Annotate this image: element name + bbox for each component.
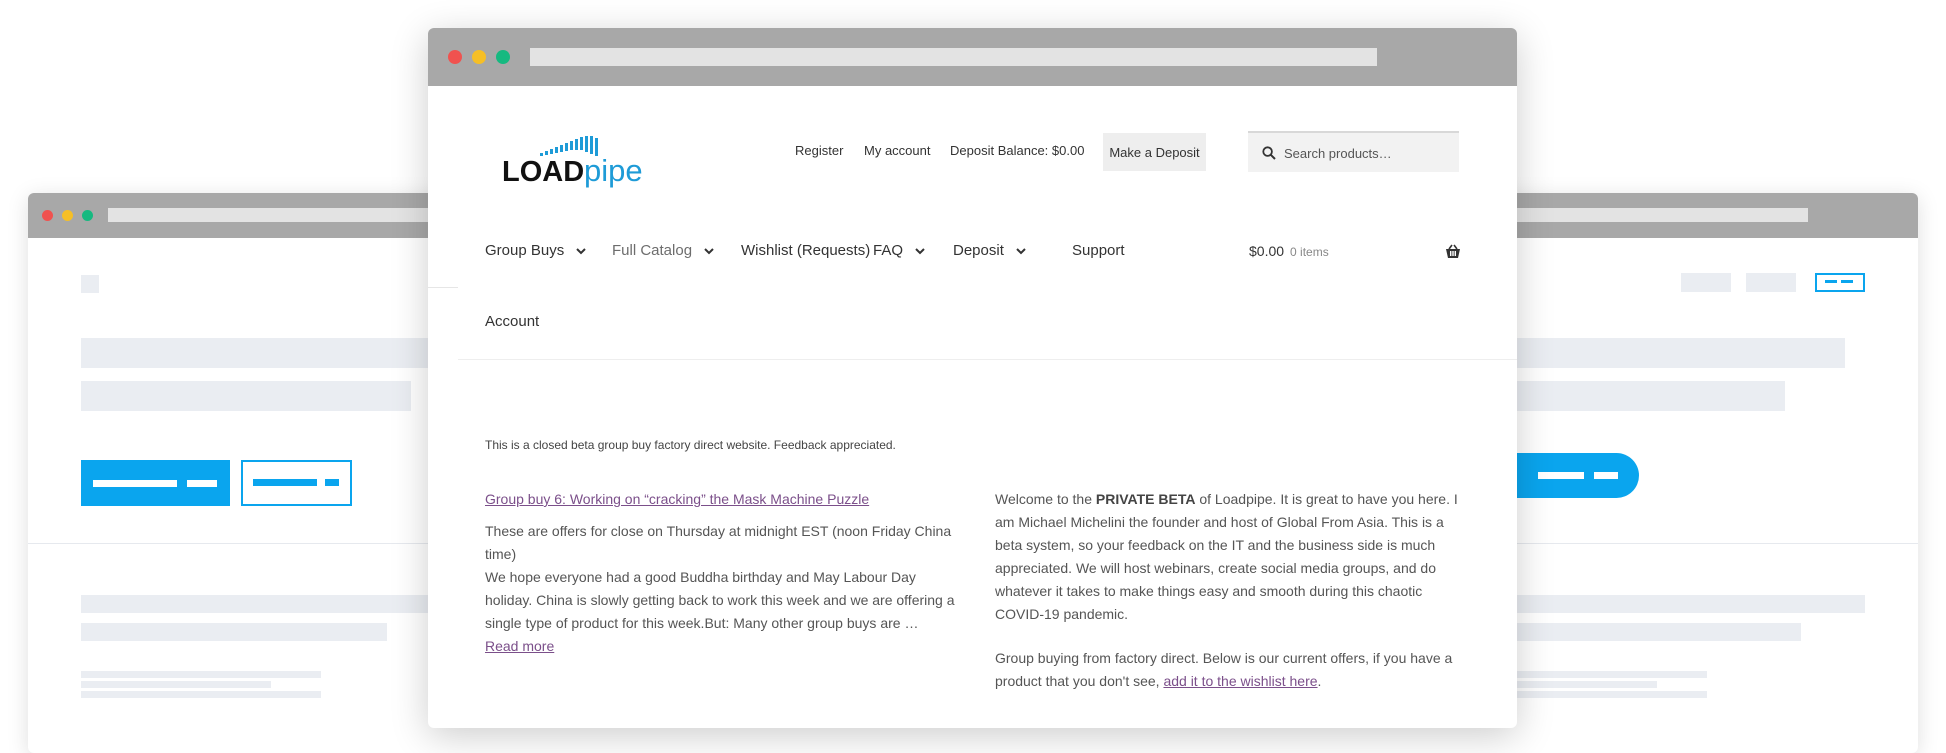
latest-post: Group buy 6: Working on “cracking” the M… [485,488,955,658]
welcome-paragraph: Welcome to the PRIVATE BETA of Loadpipe.… [995,491,1458,622]
loadpipe-logo[interactable]: LOAD pipe [500,135,660,197]
skeleton-text-line [81,623,387,641]
nav-label: Full Catalog [612,242,693,259]
my-account-link[interactable]: My account [864,143,930,158]
deposit-balance-link[interactable]: Deposit Balance: $0.00 [950,143,1084,158]
nav-full-catalog[interactable]: Full Catalog [612,242,715,259]
skeleton-heading-line [81,381,411,411]
chevron-down-icon [704,247,714,254]
nav-label: Wishlist (Requests) [741,242,871,259]
nav-deposit[interactable]: Deposit [953,242,1027,259]
close-dot-icon [42,210,53,221]
skeleton-text-line [81,671,321,678]
offers-paragraph: Group buying from factory direct. Below … [995,650,1453,689]
welcome-intro: Welcome to the PRIVATE BETA of Loadpipe.… [995,488,1465,714]
skeleton-text-line [81,691,321,698]
skeleton-primary-button-pill [1508,453,1639,498]
read-more-link[interactable]: Read more [485,638,554,654]
skeleton-text-line [1517,595,1865,613]
skeleton-primary-button [81,460,230,506]
wishlist-link[interactable]: add it to the wishlist here [1163,673,1317,689]
maximize-dot-icon [82,210,93,221]
shopping-basket-icon[interactable] [1445,244,1461,259]
svg-text:LOAD: LOAD [502,156,584,188]
skeleton-text-line [1517,671,1707,678]
skeleton-heading-line [81,338,461,368]
nav-divider [428,287,458,288]
minimize-dot-icon [62,210,73,221]
skeleton-text-line [1517,681,1657,688]
cart-item-count: 0 items [1290,245,1329,259]
cart-total: $0.00 [1249,243,1285,259]
browser-title-bar [428,28,1517,86]
address-bar[interactable] [530,48,1377,66]
skeleton-heading-line [1517,381,1785,411]
chevron-down-icon [915,247,925,254]
header-cart[interactable]: $0.00 0 items [1249,243,1329,259]
nav-label: Group Buys [485,242,565,259]
skeleton-nav-button [1815,273,1865,292]
skeleton-text-line [81,595,461,613]
register-link[interactable]: Register [795,143,843,158]
post-title-link[interactable]: Group buy 6: Working on “cracking” the M… [485,488,955,511]
close-dot-icon[interactable] [448,50,462,64]
logo-graphic-icon: LOAD pipe [502,136,643,188]
beta-notice: This is a closed beta group buy factory … [485,438,896,452]
nav-faq[interactable]: FAQ [873,242,926,259]
skeleton-secondary-button [241,460,352,506]
search-icon [1262,146,1276,160]
svg-text:pipe: pipe [584,153,643,188]
chevron-down-icon [1016,247,1026,254]
skeleton-heading-line [1517,338,1845,368]
skeleton-logo [81,275,99,293]
product-search[interactable] [1248,131,1459,172]
browser-window: LOAD pipe Register My account Deposit Ba… [428,28,1517,728]
skeleton-nav-item [1746,273,1796,292]
search-input[interactable] [1282,141,1456,165]
nav-label: Support [1072,242,1125,259]
make-deposit-button[interactable]: Make a Deposit [1103,133,1206,171]
skeleton-text-line [1517,623,1801,641]
nav-wishlist[interactable]: Wishlist (Requests) [741,242,870,259]
skeleton-nav-item [1681,273,1731,292]
nav-account[interactable]: Account [485,313,539,330]
skeleton-text-line [81,681,271,688]
nav-support[interactable]: Support [1072,242,1125,259]
maximize-dot-icon[interactable] [496,50,510,64]
header-divider [458,359,1517,360]
post-paragraph: We hope everyone had a good Buddha birth… [485,569,955,654]
nav-label: Deposit [953,242,1004,259]
post-paragraph: These are offers for close on Thursday a… [485,523,952,562]
private-beta-label: PRIVATE BETA [1095,491,1196,507]
skeleton-text-line [1517,691,1707,698]
minimize-dot-icon[interactable] [472,50,486,64]
nav-label: FAQ [873,242,904,259]
nav-group-buys[interactable]: Group Buys [485,242,587,259]
chevron-down-icon [576,247,586,254]
